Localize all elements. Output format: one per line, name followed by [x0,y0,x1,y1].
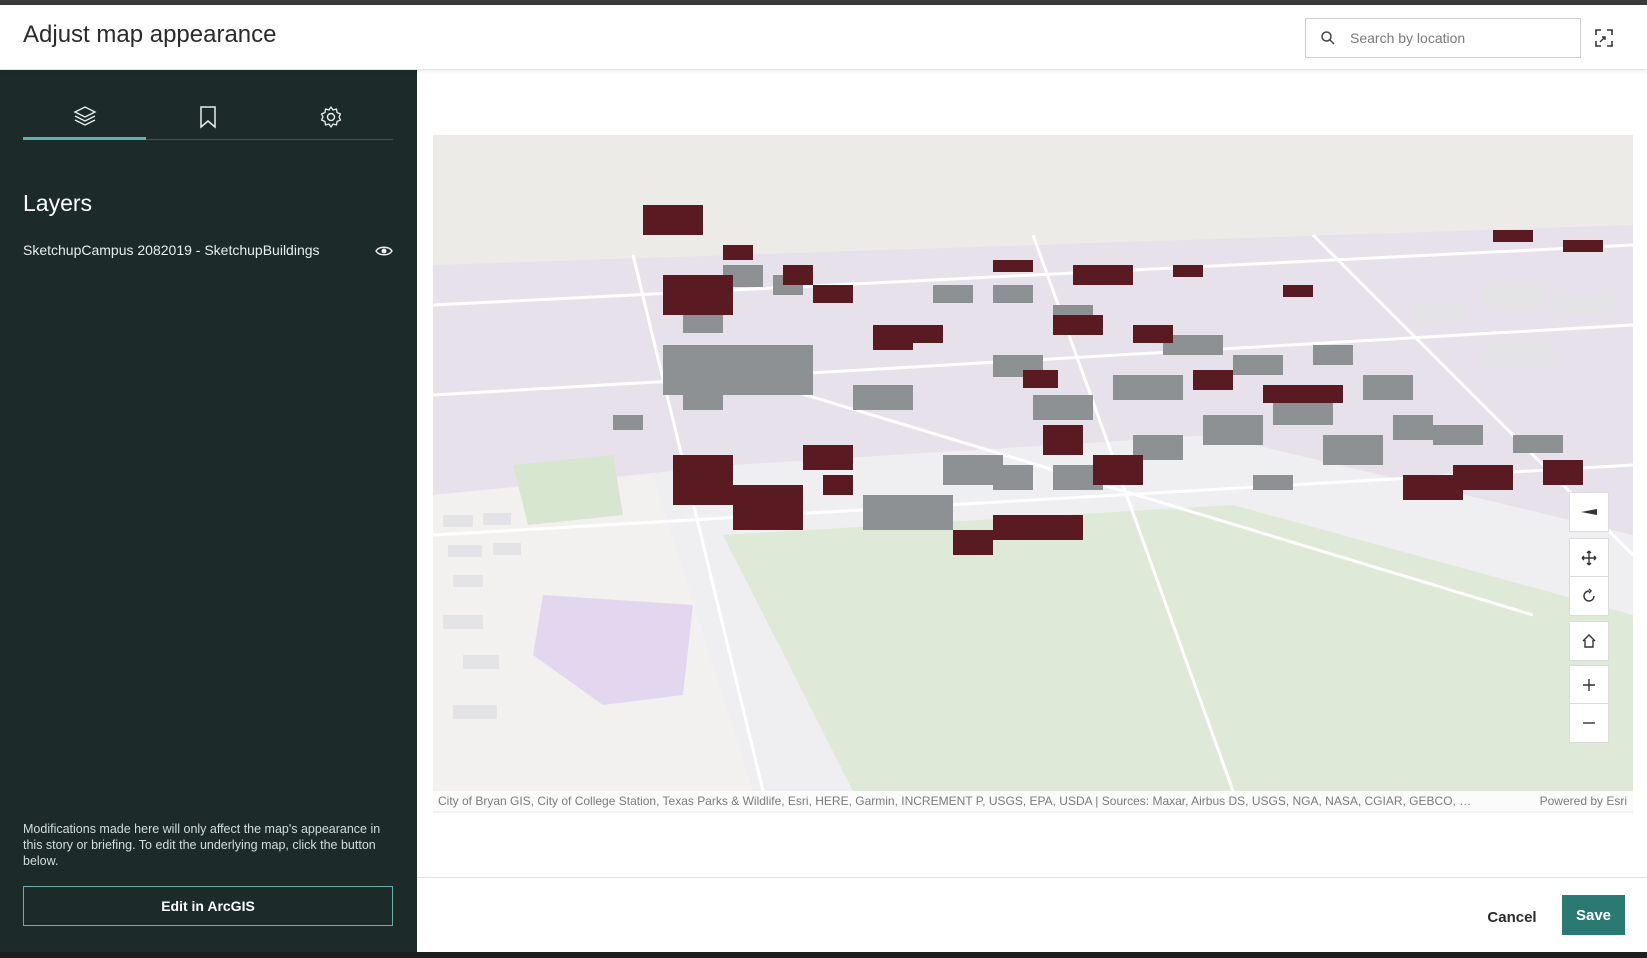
home-button[interactable] [1569,621,1609,661]
map-attribution: City of Bryan GIS, City of College Stati… [433,791,1633,811]
footer-bar: Cancel Save [417,877,1647,952]
bookmark-icon [199,106,216,129]
header-bar: Adjust map appearance [0,5,1647,70]
layer-item[interactable]: SketchupCampus 2082019 - SketchupBuildin… [23,240,393,264]
home-icon [1582,634,1596,648]
rotate-icon [1583,588,1595,602]
tab-bookmarks[interactable] [146,94,269,140]
eye-icon[interactable] [375,243,393,259]
layers-heading: Layers [23,190,93,216]
layers-icon [72,105,97,126]
rotate-button[interactable] [1569,576,1609,616]
modification-note: Modifications made here will only affect… [23,822,381,868]
tab-settings[interactable] [269,94,392,140]
sidebar-tabs [23,94,393,140]
page-title: Adjust map appearance [23,21,277,48]
zoom-in-button[interactable] [1569,665,1609,705]
pan-button[interactable] [1569,538,1609,578]
pan-icon [1581,550,1597,566]
zoom-out-button[interactable] [1569,703,1609,743]
search-icon [1321,31,1335,45]
location-search[interactable] [1305,18,1581,58]
tab-layers[interactable] [23,94,146,140]
save-button[interactable]: Save [1562,895,1625,935]
cancel-button[interactable]: Cancel [1472,897,1552,937]
sidebar: Layers SketchupCampus 2082019 - Sketchup… [0,70,417,952]
gear-icon [320,106,341,128]
attribution-text: City of Bryan GIS, City of College Stati… [438,794,1478,808]
edit-in-arcgis-button[interactable]: Edit in ArcGIS [23,886,393,926]
map-scene [433,135,1633,792]
compass-icon [1581,509,1597,515]
zoom-in-icon [1583,679,1595,691]
search-input[interactable] [1350,27,1570,49]
fullscreen-icon[interactable] [1592,26,1616,50]
map-view[interactable]: City of Bryan GIS, City of College Stati… [433,135,1633,813]
layer-name: SketchupCampus 2082019 - SketchupBuildin… [23,242,320,258]
zoom-out-icon [1583,722,1595,724]
compass-button[interactable] [1569,492,1609,532]
field-area [513,455,623,525]
powered-by-esri[interactable]: Powered by Esri [1540,794,1627,808]
taskbar-strip [0,952,1647,958]
